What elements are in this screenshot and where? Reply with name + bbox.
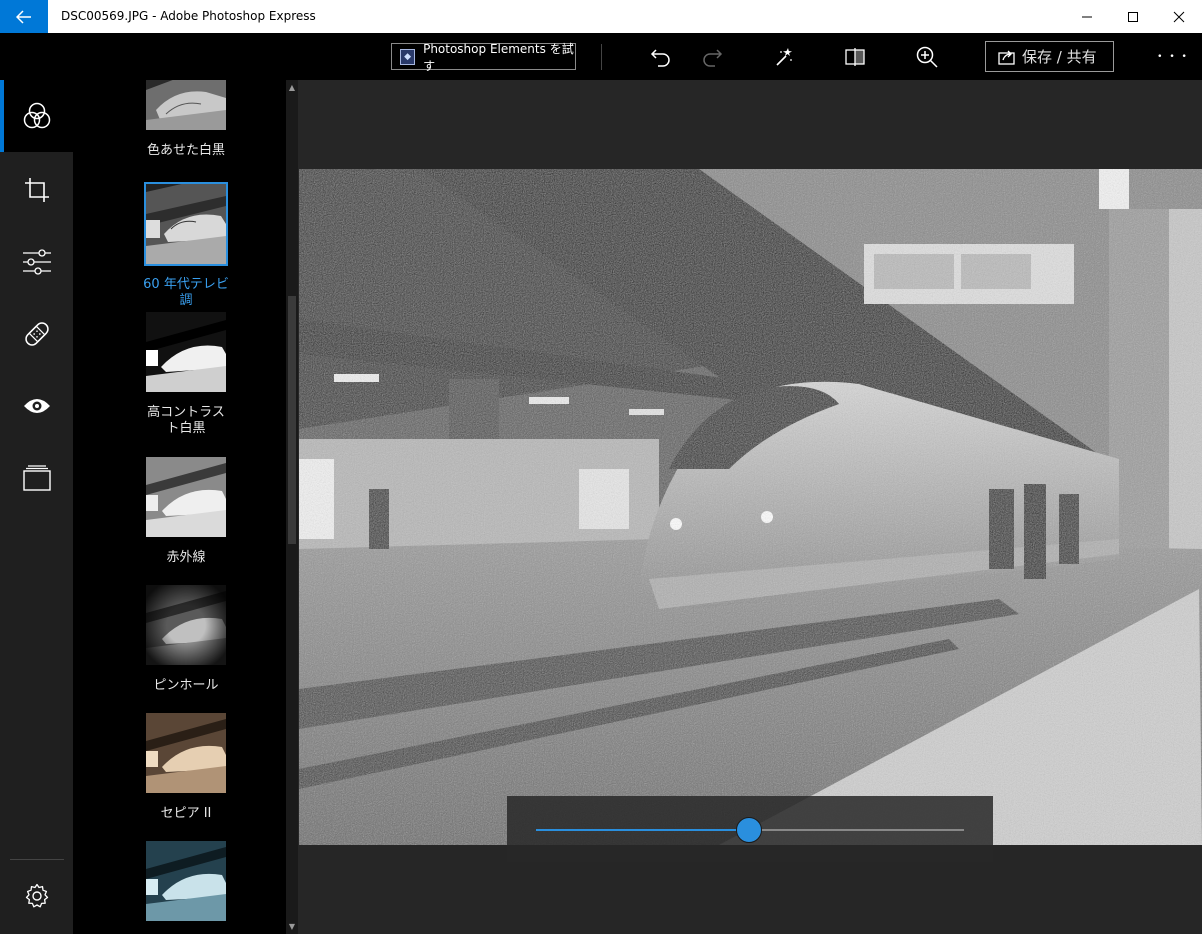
- zoom-button[interactable]: [909, 40, 945, 74]
- filter-label: ピンホール: [153, 678, 219, 693]
- rail-crop[interactable]: [0, 154, 73, 226]
- filter-thumbnail: [146, 457, 226, 537]
- filter-thumbnail: [144, 182, 228, 266]
- zoom-in-icon: [916, 46, 938, 68]
- filter-item[interactable]: [141, 841, 231, 934]
- scroll-down-arrow[interactable]: ▼: [286, 920, 298, 932]
- filter-thumbnail: [146, 312, 226, 392]
- rail-red-eye[interactable]: [0, 370, 73, 442]
- minimize-button[interactable]: [1064, 0, 1110, 33]
- redo-icon: [703, 49, 723, 67]
- undo-icon: [650, 49, 670, 67]
- maximize-icon: [1128, 11, 1138, 22]
- filter-item[interactable]: セピア II: [141, 713, 231, 822]
- rail-looks[interactable]: [0, 80, 73, 152]
- maximize-button[interactable]: [1110, 0, 1156, 33]
- auto-fix-button[interactable]: [766, 40, 802, 74]
- filter-thumbnail: [146, 585, 226, 665]
- filter-label: 60 年代テレビ調: [143, 277, 229, 308]
- looks-circles-icon: [23, 102, 50, 129]
- filter-item[interactable]: ピンホール: [141, 585, 231, 694]
- more-dots: • • •: [1157, 52, 1189, 62]
- photoshop-elements-logo-icon: ◆: [400, 48, 416, 65]
- filter-label: 色あせた白黒: [146, 143, 225, 158]
- filter-label: 赤外線: [166, 550, 206, 565]
- rail-healing[interactable]: [0, 298, 73, 370]
- share-icon: [998, 50, 1015, 65]
- filter-thumbnail: [146, 80, 226, 130]
- rail-settings[interactable]: [0, 860, 73, 932]
- close-icon: [1173, 11, 1185, 22]
- slider-track-filled[interactable]: [536, 829, 750, 831]
- gear-icon: [25, 883, 48, 908]
- toolbar-divider: [601, 44, 602, 70]
- filter-item[interactable]: 赤外線: [141, 457, 231, 566]
- filter-item[interactable]: 色あせた白黒: [141, 80, 231, 159]
- borders-icon: [22, 465, 51, 491]
- edited-photo: [299, 169, 1202, 845]
- filter-label: 高コントラスト白黒: [147, 405, 225, 436]
- magic-wand-icon: [776, 48, 792, 66]
- rail-borders[interactable]: [0, 442, 73, 514]
- scroll-up-arrow[interactable]: ▲: [286, 81, 298, 93]
- minimize-icon: [1082, 16, 1092, 17]
- eye-icon: [23, 399, 50, 413]
- save-share-button[interactable]: 保存 / 共有: [985, 41, 1114, 72]
- compare-button[interactable]: [837, 40, 873, 74]
- redo-button[interactable]: [694, 40, 730, 74]
- window-title: DSC00569.JPG - Adobe Photoshop Express: [61, 9, 316, 23]
- back-button[interactable]: [0, 0, 48, 33]
- slider-thumb[interactable]: [736, 817, 762, 843]
- save-share-label: 保存 / 共有: [1022, 48, 1097, 66]
- filter-panel: 色あせた白黒 60 年代テレビ調 高コントラスト白黒 赤外線 ピンホール セピア…: [73, 80, 298, 934]
- title-bar: DSC00569.JPG - Adobe Photoshop Express: [0, 0, 1202, 33]
- filter-label: セピア II: [160, 806, 212, 821]
- scrollbar-thumb[interactable]: [288, 296, 296, 544]
- sliders-icon: [22, 249, 51, 275]
- bandage-icon: [24, 322, 49, 346]
- undo-button[interactable]: [643, 40, 679, 74]
- filter-item[interactable]: 高コントラスト白黒: [141, 312, 231, 437]
- close-button[interactable]: [1156, 0, 1202, 33]
- arrow-left-icon: [16, 9, 31, 24]
- pse-button-label: Photoshop Elements を試す: [423, 41, 574, 73]
- filter-thumbnail: [146, 713, 226, 793]
- try-photoshop-elements-button[interactable]: ◆ Photoshop Elements を試す: [391, 42, 576, 73]
- tool-rail: [0, 80, 73, 934]
- more-options-button[interactable]: • • •: [1155, 40, 1191, 74]
- filter-item-selected[interactable]: 60 年代テレビ調: [141, 182, 231, 309]
- slider-track-empty[interactable]: [750, 829, 964, 831]
- filter-thumbnail: [146, 841, 226, 921]
- crop-icon: [24, 178, 49, 202]
- rail-adjustments[interactable]: [0, 226, 73, 298]
- compare-icon: [845, 48, 865, 66]
